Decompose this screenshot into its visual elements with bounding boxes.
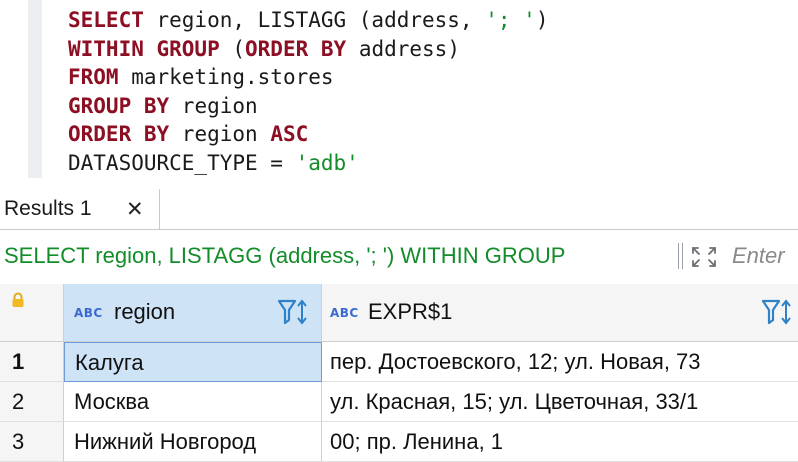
sql-text: )	[535, 8, 549, 32]
cell-value: ул. Красная, 15; ул. Цветочная, 33/1	[330, 389, 699, 414]
cell-expr[interactable]: пер. Достоевского, 12; ул. Новая, 73	[322, 342, 798, 382]
expand-icon[interactable]	[690, 245, 718, 269]
table-row[interactable]: 1 Калуга пер. Достоевского, 12; ул. Нова…	[0, 342, 798, 382]
row-number[interactable]: 2	[0, 382, 64, 422]
code-line: FROM marketing.stores	[68, 63, 548, 92]
column-header-expr[interactable]: ABC EXPR$1	[322, 284, 798, 342]
code-line: DATASOURCE_TYPE = 'adb'	[68, 149, 548, 178]
cell-value: пер. Достоевского, 12; ул. Новая, 73	[330, 349, 701, 374]
sql-text: region	[169, 93, 258, 118]
sql-text: marketing.stores	[118, 65, 334, 89]
results-tab-bar: Results 1 ✕	[0, 189, 798, 230]
row-number-label: 1	[12, 349, 25, 374]
sql-keyword: WITHIN GROUP	[68, 36, 220, 61]
code-line: ORDER BY region ASC	[68, 120, 548, 149]
row-number[interactable]: 3	[0, 422, 64, 462]
sql-text: (	[219, 36, 246, 61]
sql-keyword: ASC	[270, 122, 309, 146]
sql-string: 'adb'	[295, 150, 359, 175]
column-header-region[interactable]: ABC region	[64, 284, 322, 342]
query-text[interactable]: SELECT region, LISTAGG (address, '; ') W…	[4, 243, 565, 269]
sql-editor[interactable]: SELECT region, LISTAGG (address, '; ') WI…	[0, 0, 798, 178]
cell-region[interactable]: Калуга	[64, 342, 322, 382]
sql-keyword: ORDER BY	[245, 36, 347, 61]
text-type-badge: ABC	[74, 306, 103, 320]
sql-code[interactable]: SELECT region, LISTAGG (address, '; ') WI…	[68, 6, 548, 177]
sql-text: DATASOURCE_TYPE =	[68, 150, 296, 175]
cell-region[interactable]: Нижний Новгород	[64, 422, 322, 462]
close-icon[interactable]: ✕	[126, 197, 144, 221]
tab-results-1[interactable]: Results 1 ✕	[0, 189, 160, 229]
code-line: WITHIN GROUP (ORDER BY address)	[68, 35, 548, 64]
sql-text: region, LISTAGG (address,	[143, 8, 486, 32]
tab-label: Results 1	[4, 197, 92, 220]
column-header-label: EXPR$1	[368, 299, 453, 324]
column-header-label: region	[114, 299, 176, 324]
row-number-label: 2	[12, 389, 25, 414]
cell-value: Калуга	[75, 350, 144, 375]
cell-value: Москва	[74, 389, 150, 414]
code-line: SELECT region, LISTAGG (address, '; ')	[68, 6, 548, 35]
table-row[interactable]: 2 Москва ул. Красная, 15; ул. Цветочная,…	[0, 382, 798, 422]
sql-text: region	[169, 122, 271, 146]
sql-string: '; '	[485, 8, 536, 32]
cell-expr[interactable]: 00; пр. Ленина, 1	[322, 422, 798, 462]
query-bar: SELECT region, LISTAGG (address, '; ') W…	[0, 231, 798, 281]
sql-text: address)	[346, 36, 460, 61]
filter-sort-icon[interactable]	[760, 298, 794, 326]
sql-keyword: FROM	[68, 65, 119, 89]
row-number[interactable]: 1	[0, 342, 64, 382]
row-number-label: 3	[12, 429, 25, 454]
cell-value: 00; пр. Ленина, 1	[330, 429, 504, 454]
filter-sort-icon[interactable]	[276, 298, 310, 326]
table-row[interactable]: 3 Нижний Новгород 00; пр. Ленина, 1	[0, 422, 798, 462]
filter-input[interactable]: Enter	[732, 243, 785, 269]
sql-keyword: ORDER BY	[68, 122, 170, 146]
result-grid: ABC region ABC EXPR$1 1 Калуга пер. Дост…	[0, 284, 798, 462]
query-separator	[678, 243, 683, 269]
cell-region[interactable]: Москва	[64, 382, 322, 422]
cell-value: Нижний Новгород	[74, 429, 257, 454]
grid-corner[interactable]	[0, 284, 64, 342]
sql-keyword: SELECT	[68, 8, 144, 32]
sql-keyword: GROUP BY	[68, 93, 170, 118]
cell-expr[interactable]: ул. Красная, 15; ул. Цветочная, 33/1	[322, 382, 798, 422]
code-line: GROUP BY region	[68, 92, 548, 121]
text-type-badge: ABC	[330, 306, 359, 320]
editor-gutter	[28, 0, 42, 178]
lock-icon	[12, 292, 24, 307]
